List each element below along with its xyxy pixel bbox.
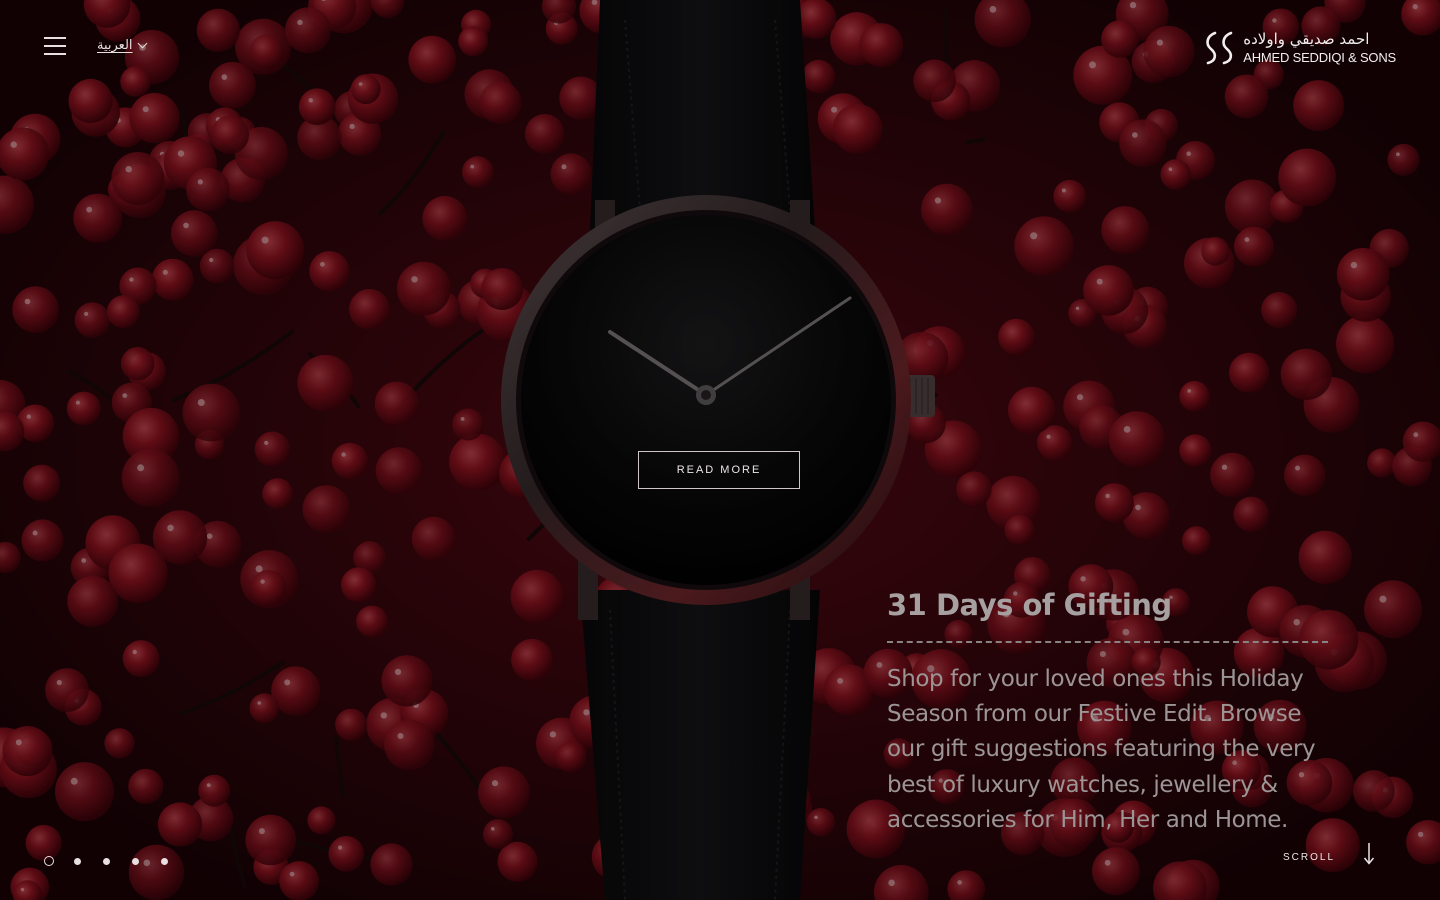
hero-title: 31 Days of Gifting	[887, 588, 1172, 622]
pager-dot-5[interactable]	[161, 857, 168, 865]
brand-logo[interactable]: احمد صديقي واولاده AHMED SEDDIQI & SONS	[1203, 30, 1396, 66]
language-label: العربية	[97, 38, 133, 53]
hamburger-icon[interactable]	[44, 37, 66, 55]
hero-description: Shop for your loved ones this Holiday Se…	[887, 666, 1316, 833]
hero-stage: العربية احمد صديقي واولاده AHMED SEDDIQI…	[0, 0, 1440, 900]
pager-dot-1[interactable]	[44, 856, 54, 866]
scroll-label: SCROLL	[1282, 851, 1335, 863]
pager-dot-2[interactable]	[74, 857, 81, 865]
language-switcher[interactable]: العربية	[97, 38, 147, 53]
logo-mark-icon	[1206, 31, 1233, 65]
title-divider	[887, 641, 1328, 643]
slide-pager	[44, 856, 190, 866]
pager-dot-4[interactable]	[132, 857, 139, 865]
chevron-down-icon	[137, 38, 147, 49]
logo-english-text: AHMED SEDDIQI & SONS	[1243, 50, 1396, 65]
arrow-down-icon	[1363, 843, 1375, 865]
pager-dot-3[interactable]	[103, 857, 110, 865]
logo-arabic-text: احمد صديقي واولاده	[1243, 30, 1370, 48]
scroll-indicator[interactable]: SCROLL	[1283, 843, 1375, 865]
read-more-button[interactable]: READ MORE	[638, 451, 800, 489]
